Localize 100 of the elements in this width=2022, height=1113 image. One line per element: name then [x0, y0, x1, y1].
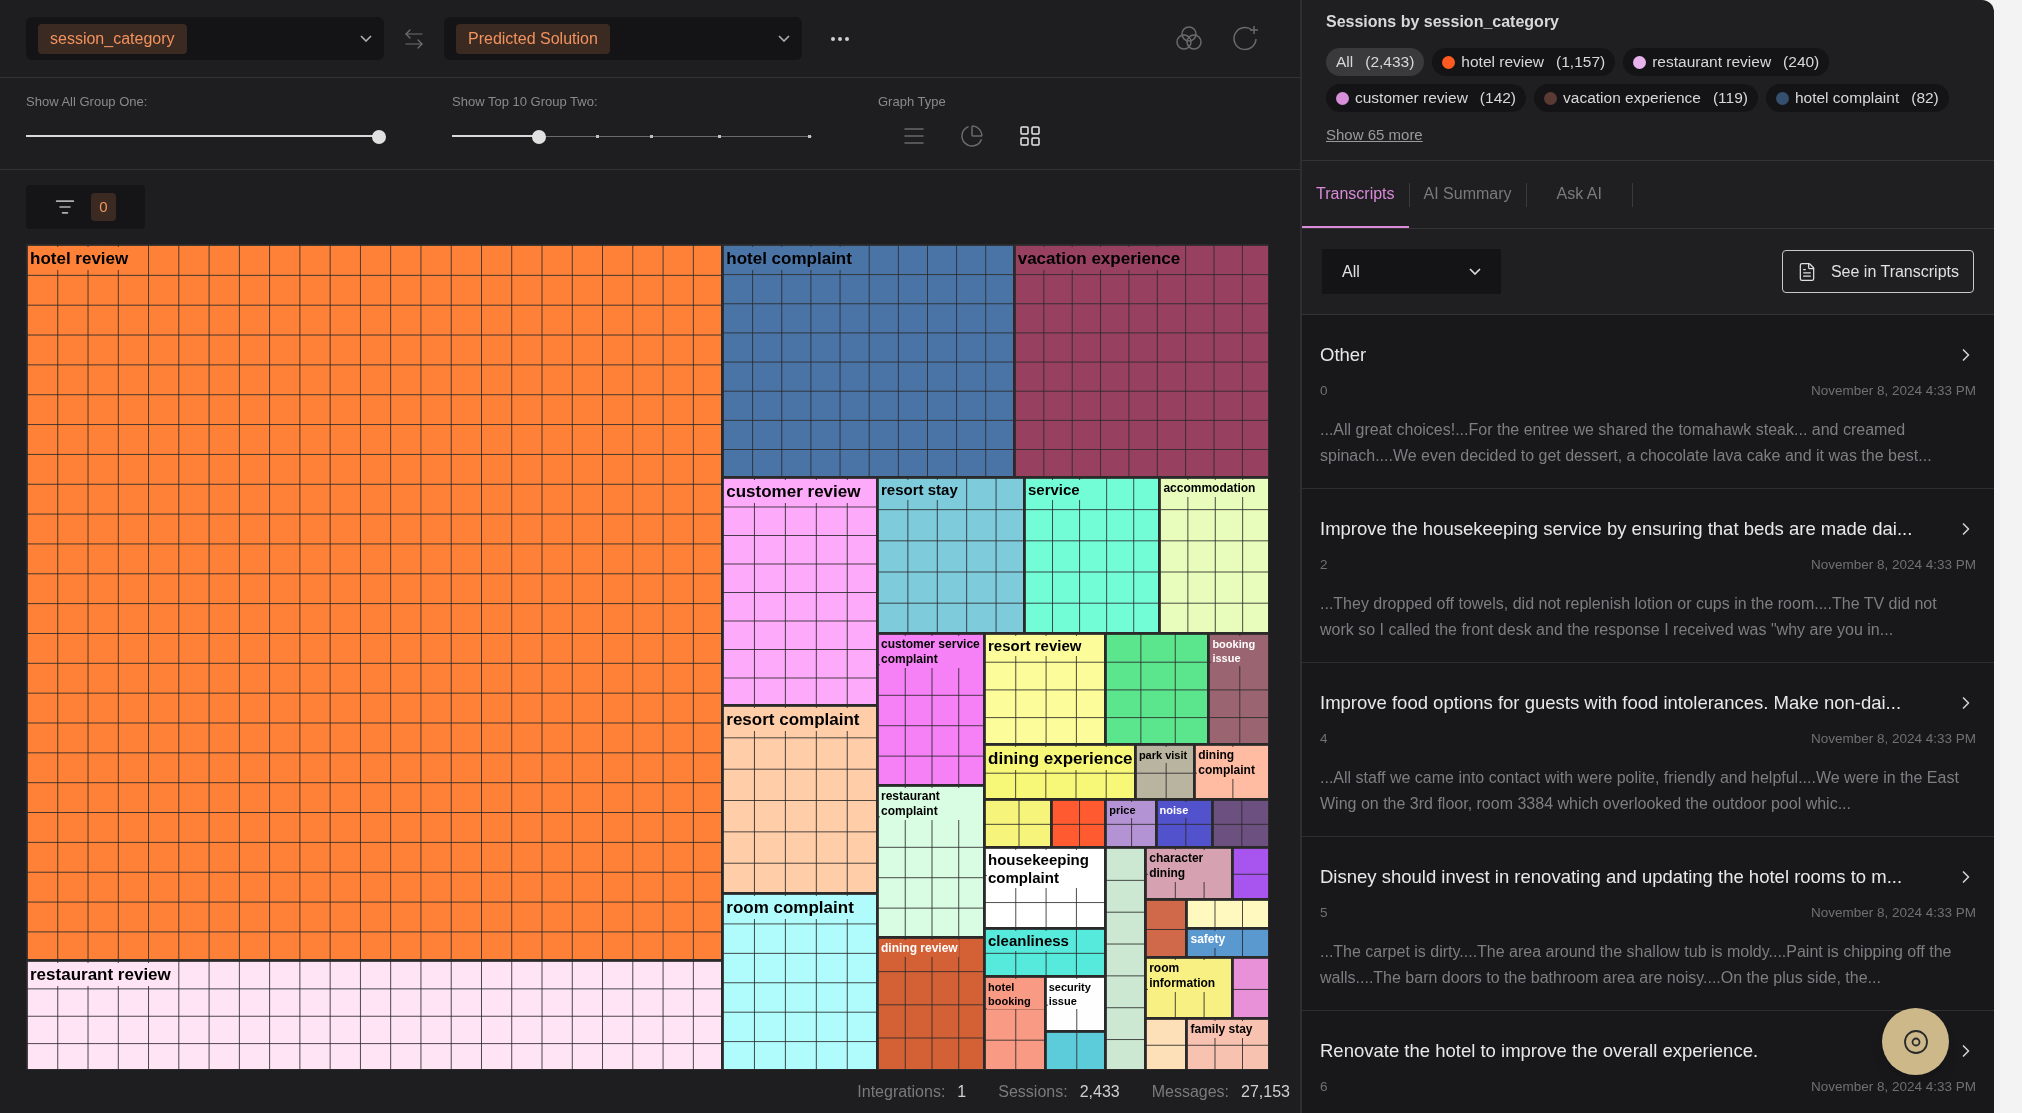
transcript-title[interactable]: Renovate the hotel to improve the overall experience.: [1320, 1037, 1759, 1065]
transcript-snippet: ...All great choices!...For the entree we shared the tomahawk steak... and creamed spinach....We even decided to get dessert, a chocolate lava cake and it was the best...: [1320, 420, 1933, 466]
tile-label: booking issue: [1211, 636, 1268, 667]
slider-thumb[interactable]: [372, 129, 386, 144]
transcript-number: 5: [1320, 903, 1328, 922]
treemap-tile[interactable]: family stay: [1186, 1018, 1269, 1070]
treemap-tile[interactable]: hotel booking: [984, 975, 1045, 1070]
stat-value: 1: [957, 1081, 967, 1102]
chevron-down-icon: [1469, 268, 1481, 275]
tile-label: dining complaint: [1197, 746, 1268, 779]
treemap-tile[interactable]: hotel review: [26, 244, 723, 961]
transcript-date: November 8, 2024 4:33 PM: [1810, 903, 1976, 922]
treemap-tile[interactable]: [1186, 898, 1269, 929]
treemap-tile[interactable]: restaurant review: [26, 960, 723, 1070]
treemap-tile[interactable]: noise: [1155, 799, 1213, 848]
stat-label: Messages:: [1151, 1081, 1230, 1102]
tile-label: price: [1108, 802, 1137, 819]
tile-label: character dining: [1148, 850, 1231, 883]
treemap-tile[interactable]: [1212, 799, 1269, 848]
tile-label: safety: [1189, 931, 1227, 949]
panel-tab[interactable]: AI Summary: [1409, 161, 1526, 228]
category-chip[interactable]: vacation experience (119): [1534, 84, 1758, 112]
group-dropdown[interactable]: session_category: [26, 17, 384, 60]
treemap-tile[interactable]: [1145, 1018, 1187, 1070]
tile-label: dining review: [880, 940, 959, 958]
treemap-tile[interactable]: hotel complaint: [722, 244, 1014, 478]
transcript-title[interactable]: Improve the housekeeping service by ensuring that beds are made dai...: [1320, 515, 1913, 543]
treemap-tile[interactable]: dining complaint: [1194, 743, 1269, 800]
transcript-title[interactable]: Other: [1320, 341, 1367, 369]
treemap-tile[interactable]: room complaint: [722, 893, 877, 1070]
group-tag: Predicted Solution: [456, 23, 610, 54]
slider-label: Show Top 10 Group Two:: [452, 93, 599, 111]
category-chip[interactable]: customer review (142): [1326, 84, 1527, 112]
category-chip[interactable]: hotel complaint (82): [1765, 84, 1949, 112]
stat-label: Sessions:: [998, 1081, 1068, 1102]
chevron-down-icon: [778, 35, 790, 42]
treemap-tile[interactable]: housekeeping complaint: [984, 847, 1106, 929]
tile-label: service: [1027, 480, 1081, 501]
treemap-tile[interactable]: [1231, 956, 1269, 1019]
treemap-tile[interactable]: park visit: [1134, 743, 1195, 800]
stat-value: 2,433: [1079, 1081, 1120, 1102]
treemap-tile[interactable]: restaurant complaint: [877, 785, 985, 938]
transcript-number: 4: [1320, 729, 1328, 748]
tile-label: hotel booking: [987, 978, 1044, 1009]
filter-button[interactable]: 0: [26, 185, 145, 229]
treemap-tile[interactable]: security issue: [1044, 975, 1106, 1032]
treemap-tile[interactable]: customer service complaint: [877, 633, 985, 786]
treemap-tile[interactable]: dining review: [877, 937, 985, 1070]
filter-count: 0: [91, 192, 116, 222]
filter-dropdown[interactable]: All: [1322, 249, 1501, 294]
see-in-transcripts-button[interactable]: See in Transcripts: [1781, 250, 1974, 293]
treemap-tile[interactable]: resort review: [984, 633, 1106, 744]
group-dropdown[interactable]: Predicted Solution: [444, 17, 802, 60]
treemap-tile[interactable]: [1231, 847, 1269, 899]
pie-chart-icon[interactable]: [960, 123, 984, 148]
slider-thumb[interactable]: [531, 129, 546, 144]
transcript-title[interactable]: Disney should invest in renovating and updating the hotel rooms to m...: [1320, 863, 1903, 891]
tile-label: resort stay: [880, 480, 959, 501]
stat-value: 27,153: [1241, 1081, 1290, 1102]
stat-label: Integrations:: [857, 1081, 946, 1102]
tile-label: restaurant review: [29, 963, 172, 987]
slider-track[interactable]: [452, 129, 812, 144]
filter-icon: [55, 197, 76, 217]
slider-label: Show All Group One:: [26, 93, 149, 111]
treemap-tile[interactable]: [1051, 799, 1106, 848]
treemap-tile[interactable]: resort stay: [877, 477, 1024, 634]
tile-label: hotel complaint: [725, 247, 853, 270]
treemap-tile[interactable]: cleanliness: [984, 928, 1106, 976]
treemap-tile[interactable]: dining experience: [984, 743, 1135, 800]
panel-tab[interactable]: Transcripts: [1302, 161, 1409, 228]
category-chip[interactable]: All (2,433): [1326, 48, 1425, 76]
transcript-number: 2: [1320, 555, 1328, 574]
tile-label: park visit: [1137, 746, 1189, 763]
tile-label: hotel review: [29, 247, 130, 270]
transcript-snippet: ...The carpet is dirty....The area around the shallow tub is moldy....Paint is chipping off the walls....The barn doors to the bathroom area are noisy....On the plus side, the...: [1320, 942, 1953, 988]
transcript-date: November 8, 2024 4:33 PM: [1810, 381, 1976, 400]
category-chip[interactable]: hotel review (1,157): [1432, 48, 1616, 76]
treemap-tile[interactable]: service: [1024, 477, 1160, 634]
treemap-tile[interactable]: price: [1105, 799, 1156, 848]
treemap-tile[interactable]: resort complaint: [722, 705, 877, 894]
category-chip[interactable]: restaurant review (240): [1623, 48, 1830, 76]
grid-view-icon[interactable]: [1018, 123, 1042, 148]
treemap-tile[interactable]: [1105, 633, 1209, 744]
transcript-date: November 8, 2024 4:33 PM: [1810, 555, 1976, 574]
treemap-tile[interactable]: [1145, 898, 1187, 957]
treemap-tile[interactable]: accommodation: [1159, 477, 1269, 634]
treemap-tile[interactable]: room information: [1145, 956, 1232, 1019]
panel-title: Sessions by session_category: [1326, 12, 1560, 32]
treemap-tile[interactable]: booking issue: [1208, 633, 1269, 744]
panel-tab[interactable]: Ask AI: [1526, 161, 1632, 228]
treemap-tile[interactable]: [1105, 847, 1146, 1070]
treemap-tile[interactable]: character dining: [1145, 847, 1232, 899]
treemap-tile[interactable]: customer review: [722, 477, 877, 706]
tile-label: vacation experience: [1016, 247, 1182, 270]
transcript-snippet: ...All staff we came into contact with were polite, friendly and helpful....We were in the East Wing on the 3rd floor, room 3384 which overlooked the outdoor pool whic...: [1320, 768, 1960, 814]
treemap-tile[interactable]: [984, 799, 1052, 848]
transcript-title[interactable]: Improve food options for guests with food intolerances. Make non-dai...: [1320, 689, 1901, 717]
treemap-tile[interactable]: [1044, 1031, 1106, 1070]
slider-track[interactable]: [26, 129, 386, 144]
show-more-link[interactable]: Show 65 more: [1326, 124, 1423, 147]
